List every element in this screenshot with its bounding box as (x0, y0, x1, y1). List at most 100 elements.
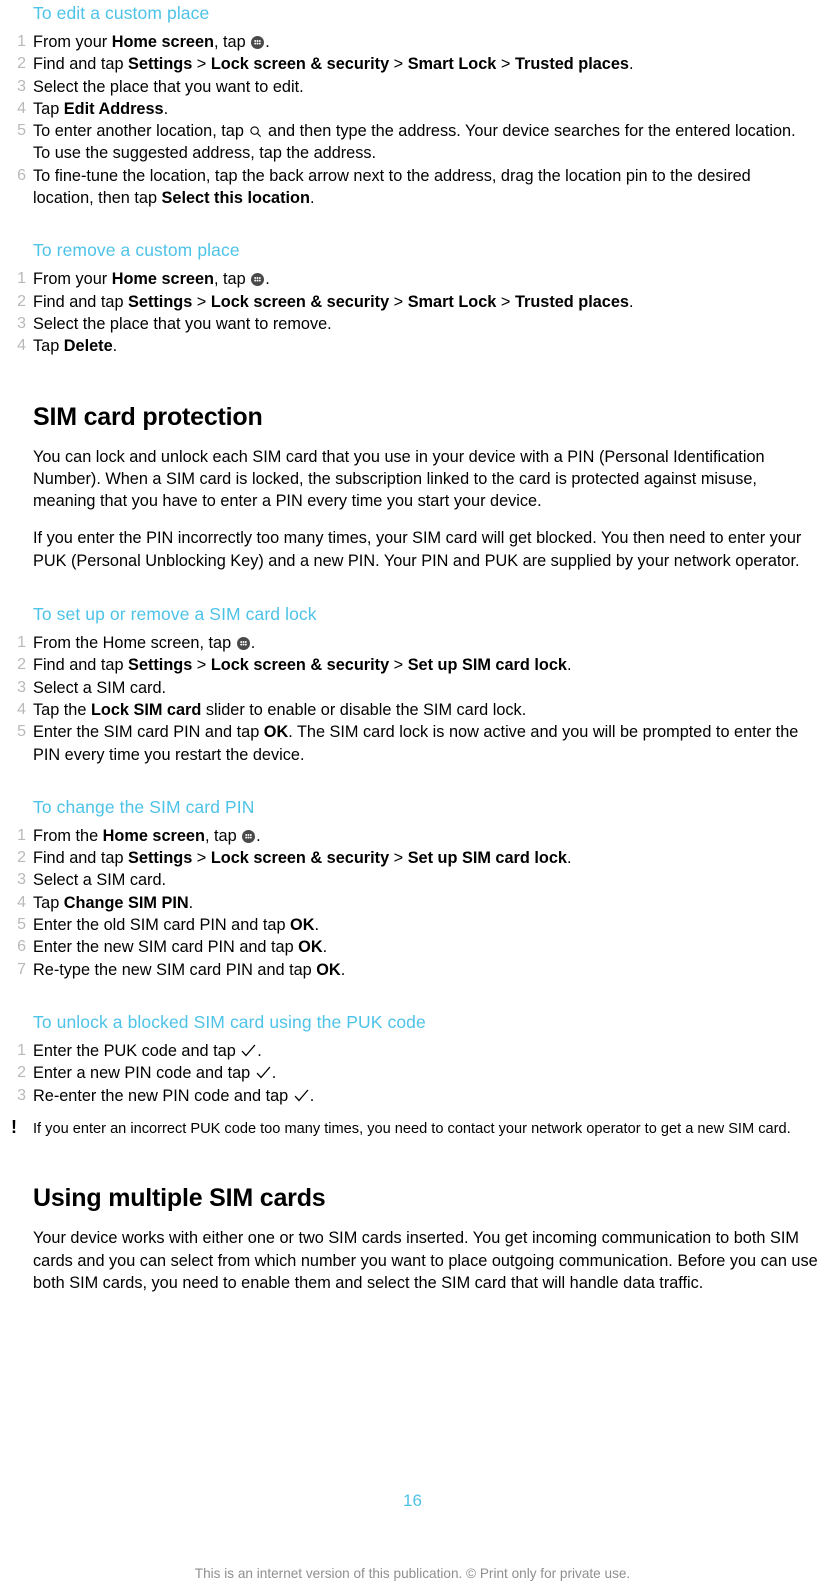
step-text: Find and tap Settings > Lock screen & se… (33, 656, 572, 675)
emphasis-text: Edit Address (63, 99, 164, 118)
note-text: If you enter an incorrect PUK code too m… (33, 1120, 791, 1137)
step-number: 2 (17, 55, 26, 73)
emphasis-text: Home screen (102, 826, 205, 845)
emphasis-text: Settings (128, 292, 193, 311)
emphasis-text: Settings (128, 55, 193, 74)
check-icon (256, 1064, 271, 1079)
step-text: Select a SIM card. (33, 678, 167, 697)
step-number: 5 (17, 122, 26, 140)
step-text: Enter the PUK code and tap . (33, 1041, 262, 1060)
step-text: Re-type the new SIM card PIN and tap OK. (33, 960, 346, 979)
subheading-edit-custom-place: To edit a custom place (33, 3, 210, 23)
page-number: 16 (403, 1491, 422, 1510)
step-number: 2 (17, 292, 26, 310)
step-item: 3 Select a SIM card. (17, 869, 825, 891)
step-item: 4 Tap the Lock SIM card slider to enable … (17, 699, 825, 721)
emphasis-text: Settings (128, 849, 193, 868)
step-item: 5 Enter the SIM card PIN and tap OK. The … (17, 721, 825, 766)
body-paragraph: You can lock and unlock each SIM card th… (33, 447, 765, 511)
step-item: 2 Find and tap Settings > Lock screen & s… (17, 847, 825, 869)
steps-setup-sim-lock: 1 From the Home screen, tap . 2 Find and ta… (0, 632, 825, 766)
step-item: 2 Find and tap Settings > Lock screen & s… (17, 291, 825, 313)
step-text: To enter another location, tap and then … (33, 122, 796, 163)
step-text: Select the place that you want to remove… (33, 314, 332, 333)
step-item: 1 From the Home screen, tap . (17, 825, 825, 847)
step-number: 7 (17, 960, 26, 978)
emphasis-text: Trusted places (514, 55, 629, 74)
steps-remove-custom-place: 1 From your Home screen, tap . 2 Find and t… (0, 268, 825, 357)
emphasis-text: Lock screen & security (210, 292, 390, 311)
app-drawer-icon (242, 829, 256, 843)
step-text: From the Home screen, tap . (33, 634, 256, 653)
step-text: From your Home screen, tap . (33, 33, 270, 51)
subheading-unlock-puk: To unlock a blocked SIM card using the P… (33, 1011, 426, 1032)
step-number: 1 (17, 270, 26, 288)
step-item: 6 To fine-tune the location, tap the back… (17, 165, 825, 210)
emphasis-text: OK (263, 723, 289, 742)
step-item: 3 Select a SIM card. (17, 677, 825, 699)
step-item: 5 Enter the old SIM card PIN and tap OK. (17, 914, 825, 936)
step-text: From your Home screen, tap . (33, 270, 270, 289)
step-number: 3 (17, 871, 26, 889)
subheading-change-sim-pin: To change the SIM card PIN (33, 796, 255, 817)
emphasis-text: Lock screen & security (210, 656, 390, 675)
step-item: 3 Select the place that you want to remov… (17, 313, 825, 335)
step-text: To fine-tune the location, tap the back … (33, 166, 751, 208)
step-text: Find and tap Settings > Lock screen & se… (33, 55, 634, 74)
step-item: 3 Select the place that you want to edit. (17, 76, 825, 98)
section-title-sim-card-protection: SIM card protection (33, 402, 263, 431)
step-number: 5 (17, 723, 26, 741)
check-icon (241, 1042, 256, 1057)
emphasis-text: Lock screen & security (210, 55, 390, 74)
step-item: 2 Enter a new PIN code and tap . (17, 1062, 825, 1084)
step-number: 1 (17, 1041, 26, 1059)
step-number: 4 (17, 99, 26, 117)
step-text: Enter the SIM card PIN and tap OK. The S… (33, 723, 799, 764)
paragraphs-multiple-sim-cards: Your device works with either one or two… (0, 1227, 825, 1294)
step-text: From the Home screen, tap . (33, 826, 261, 845)
step-item: 7 Re-type the new SIM card PIN and tap OK… (17, 959, 825, 981)
exclamation-icon: ! (11, 1116, 17, 1137)
step-text: Enter the old SIM card PIN and tap OK. (33, 916, 319, 935)
emphasis-text: Lock screen & security (210, 849, 390, 868)
step-item: 3 Re-enter the new PIN code and tap . (17, 1085, 825, 1107)
emphasis-text: Home screen (111, 270, 214, 289)
step-number: 1 (17, 634, 26, 652)
step-item: 5 To enter another location, tap and then… (17, 120, 825, 165)
steps-change-sim-pin: 1 From the Home screen, tap . 2 Find and ta… (0, 825, 825, 981)
step-number: 3 (17, 77, 26, 95)
step-number: 2 (17, 849, 26, 867)
step-number: 3 (17, 1086, 26, 1104)
app-drawer-icon (251, 36, 265, 49)
manual-page: To edit a custom place 1 From your Home s… (0, 0, 825, 1590)
step-number: 6 (17, 166, 26, 184)
step-item: 4 Tap Edit Address. (17, 98, 825, 120)
emphasis-text: Smart Lock (407, 292, 497, 311)
emphasis-text: OK (290, 916, 315, 935)
step-text: Tap Delete. (33, 337, 118, 356)
search-icon (249, 122, 262, 138)
step-number: 3 (17, 314, 26, 332)
step-text: Enter the new SIM card PIN and tap OK. (33, 938, 328, 957)
emphasis-text: Change SIM PIN (63, 893, 189, 912)
step-text: Find and tap Settings > Lock screen & se… (33, 849, 572, 868)
emphasis-text: Smart Lock (407, 55, 497, 74)
step-item: 2 Find and tap Settings > Lock screen & s… (17, 654, 825, 676)
step-text: Select the place that you want to edit. (33, 77, 304, 96)
step-number: 2 (17, 656, 26, 674)
step-item: 4 Tap Change SIM PIN. (17, 892, 825, 914)
emphasis-text: Set up SIM card lock (407, 849, 567, 868)
emphasis-text: OK (316, 960, 341, 979)
step-item: 1 From your Home screen, tap . (17, 268, 825, 290)
step-number: 2 (17, 1064, 26, 1082)
step-number: 1 (17, 33, 26, 50)
subheading-setup-sim-lock: To set up or remove a SIM card lock (33, 604, 317, 625)
steps-edit-custom-place: 1 From your Home screen, tap . 2 Find and t… (0, 31, 825, 209)
step-text: Find and tap Settings > Lock screen & se… (33, 292, 634, 311)
step-text: Re-enter the new PIN code and tap . (33, 1086, 315, 1105)
